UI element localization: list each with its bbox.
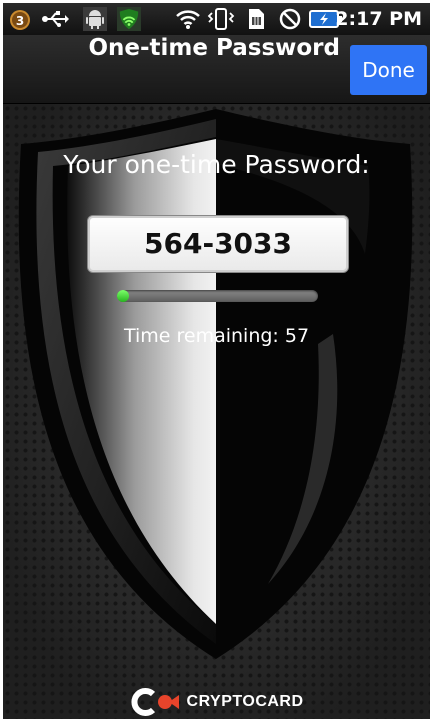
shield-icon	[18, 109, 413, 659]
status-bar: 3 2:17 PM	[3, 3, 430, 35]
brand-footer: CRYPTOCARD	[3, 688, 430, 718]
time-remaining: Time remaining: 57	[123, 325, 310, 347]
signal-shield-icon	[117, 7, 141, 31]
notification-count: 3	[16, 14, 24, 28]
title-bar: One-time Password Done	[3, 35, 430, 104]
no-signal-icon	[279, 8, 301, 30]
otp-heading: Your one-time Password:	[63, 150, 370, 179]
wifi-icon	[176, 10, 200, 29]
usb-icon	[42, 11, 69, 27]
time-progress-bar	[117, 290, 318, 302]
sim-icon	[249, 9, 264, 29]
status-clock: 2:17 PM	[335, 8, 422, 30]
time-progress-fill	[117, 290, 129, 302]
notification-badge-icon: 3	[10, 10, 30, 30]
vibrate-icon	[207, 8, 235, 30]
otp-panel: Your one-time Password: 564-3033 Time re…	[3, 104, 430, 719]
brand-name: CRYPTOCARD	[186, 693, 304, 710]
done-button[interactable]: Done	[350, 45, 427, 95]
page-title: One-time Password	[88, 35, 340, 61]
cryptocard-logo-icon	[131, 688, 180, 716]
phone-screen: 3 2:17 PM One-time Password Done Your on…	[3, 3, 430, 719]
otp-code: 564-3033	[87, 215, 349, 273]
android-debug-icon	[83, 7, 107, 31]
